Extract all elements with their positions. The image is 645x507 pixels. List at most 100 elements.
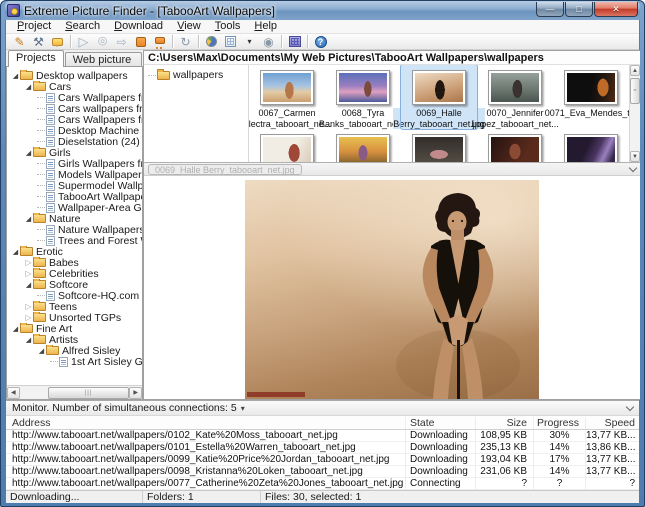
tree-item-desktop-machine-10[interactable]: Desktop Machine (10) [7,125,142,136]
edit-project-icon[interactable]: ✎ [10,34,29,49]
tree-item-softcore-hq-com-tgp[interactable]: Softcore-HQ.com TGP [7,290,142,301]
tree-item-artists[interactable]: ◢Artists [7,334,142,345]
tree-item-desktop-wallpapers[interactable]: ◢Desktop wallpapers [7,70,142,81]
menu-help[interactable]: Help [247,20,284,33]
tree-item-softcore[interactable]: ◢Softcore [7,279,142,290]
tree-horizontal-scrollbar[interactable]: ◀ ||| ▶ [7,385,142,399]
column-address[interactable]: Address [6,417,405,429]
tree-item-erotic[interactable]: ◢Erotic [7,246,142,257]
stop-download-icon[interactable] [131,34,150,49]
menu-view[interactable]: View [170,20,208,33]
tree-item-alfred-sisley[interactable]: ◢Alfred Sisley [7,345,142,356]
tree-item-girls-wallpapers-from-o[interactable]: Girls Wallpapers from O [7,158,142,169]
tree-item-cars-wallpapers-from-dt[interactable]: Cars wallpapers from DT [7,103,142,114]
expander-closed-icon[interactable]: ▷ [24,313,33,322]
tree-item-nature[interactable]: ◢Nature [7,213,142,224]
download-row[interactable]: http://www.tabooart.net/wallpapers/0102_… [6,430,639,442]
expander-closed-icon[interactable]: ▷ [24,269,33,278]
tree-item-nature-wallpapers-from[interactable]: Nature Wallpapers from [7,224,142,235]
comment-icon[interactable] [48,34,67,49]
minimize-button[interactable]: — [536,2,564,17]
refresh-icon[interactable]: ↻ [176,34,195,49]
pause-download-icon[interactable]: ◎ [93,34,112,49]
folder-item-wallpapers[interactable]: wallpapers [148,69,248,81]
tree-item-1st-art-sisley-gallery[interactable]: 1st Art Sisley Gallery [7,356,142,367]
preview-image[interactable] [245,180,539,399]
thumbnail-view-icon[interactable] [221,34,240,49]
thumbnail-partial[interactable] [477,129,553,162]
project-settings-icon[interactable]: ⚒ [29,34,48,49]
tree-item-tabooart-wallpapers-3[interactable]: TabooArt Wallpapers (3 [7,191,142,202]
scroll-thumb[interactable]: ||| [48,387,130,399]
tree-item-cars-wallpapers-from-ju[interactable]: Cars Wallpapers from Ju [7,114,142,125]
statistics-icon[interactable] [202,34,221,49]
tree-item-babes[interactable]: ▷Babes [7,257,142,268]
tree-item-celebrities[interactable]: ▷Celebrities [7,268,142,279]
maximize-button[interactable]: □ [565,2,593,17]
thumbnail-partial[interactable] [553,129,629,162]
tree-item-wallpaper-area-girls[interactable]: Wallpaper-Area Girls [7,202,142,213]
help-icon[interactable]: ? [311,34,330,49]
tree-item-trees-and-forest-wallpa[interactable]: Trees and Forest Wallpa [7,235,142,246]
tree-item-girls[interactable]: ◢Girls [7,147,142,158]
expander-open-icon[interactable]: ◢ [11,248,20,256]
column-progress[interactable]: Progress [533,417,585,429]
tree-item-dieselstation-24[interactable]: Dieselstation (24) [7,136,142,147]
menu-project[interactable]: Project [10,20,58,33]
stop-all-downloads-icon[interactable] [150,34,169,49]
target-icon[interactable]: ◉ [259,34,278,49]
thumbnail-vertical-scrollbar[interactable]: ▲ = ▼ [629,65,640,162]
expander-open-icon[interactable]: ◢ [11,72,20,80]
thumbnail-partial[interactable] [325,129,401,162]
preview-file-tab[interactable]: 0069_Halle Berry_tabooart_net.jpg [148,164,302,175]
download-row[interactable]: http://www.tabooart.net/wallpapers/0099_… [6,454,639,466]
connections-dropdown-icon[interactable]: ▾ [241,404,245,413]
column-size[interactable]: Size [475,417,533,429]
tree-item-fine-art[interactable]: ◢Fine Art [7,323,142,334]
resume-download-icon[interactable]: ⇨ [112,34,131,49]
start-download-icon[interactable]: ▷ [74,34,93,49]
scroll-right-arrow[interactable]: ▶ [129,387,142,399]
menu-download[interactable]: Download [107,20,170,33]
expander-open-icon[interactable]: ◢ [24,281,33,289]
expander-open-icon[interactable]: ◢ [24,215,33,223]
expander-open-icon[interactable]: ◢ [37,347,46,355]
scroll-thumb[interactable]: = [630,78,640,104]
tree-item-models-wallpapers-from[interactable]: Models Wallpapers from [7,169,142,180]
expander-open-icon[interactable]: ◢ [24,83,33,91]
close-button[interactable]: ✕ [594,2,638,17]
tab-web-picture-search[interactable]: Web picture search [65,52,142,67]
expander-closed-icon[interactable]: ▷ [24,258,33,267]
thumbnail-partial[interactable] [249,129,325,162]
menu-tools[interactable]: Tools [208,20,248,33]
monitor-header[interactable]: Monitor. Number of simultaneous connecti… [6,401,639,416]
tab-projects[interactable]: Projects [8,50,64,67]
scroll-up-arrow[interactable]: ▲ [630,65,640,76]
thumbnail-0071-eva-mendes-t[interactable]: 0071_Eva_Mendes_t... [553,65,629,129]
column-speed[interactable]: Speed [585,417,639,429]
view-dropdown-arrow[interactable]: ▾ [240,34,259,49]
scroll-down-arrow[interactable]: ▼ [630,151,640,162]
expander-open-icon[interactable]: ◢ [11,325,20,333]
download-row[interactable]: http://www.tabooart.net/wallpapers/0098_… [6,466,639,478]
scroll-left-arrow[interactable]: ◀ [7,387,20,399]
thumbnail-partial[interactable] [401,129,477,162]
collapse-preview-chevron-icon[interactable] [629,163,637,171]
built-in-browser-icon[interactable] [285,34,304,49]
thumbnail-0068-tyra[interactable]: 0068_TyraBanks_tabooart_net... [325,65,401,129]
tree-item-teens[interactable]: ▷Teens [7,301,142,312]
tree-item-unsorted-tgps[interactable]: ▷Unsorted TGPs [7,312,142,323]
collapse-monitor-chevron-icon[interactable] [626,402,634,410]
tree-item-supermodel-wallpapers[interactable]: Supermodel Wallpapers [7,180,142,191]
thumbnail-0067-carmen[interactable]: 0067_CarmenElectra_tabooart_ne... [249,65,325,129]
tree-item-cars-wallpapers-from-d[interactable]: Cars Wallpapers from D [7,92,142,103]
tree-item-cars[interactable]: ◢Cars [7,81,142,92]
menu-search[interactable]: Search [58,20,107,33]
thumbnail-0069-halle[interactable]: 0069_HalleBerry_tabooart_net.jpg [401,65,477,129]
download-row[interactable]: http://www.tabooart.net/wallpapers/0077_… [6,478,639,490]
column-state[interactable]: State [405,417,475,429]
expander-open-icon[interactable]: ◢ [24,336,33,344]
expander-open-icon[interactable]: ◢ [24,149,33,157]
download-row[interactable]: http://www.tabooart.net/wallpapers/0101_… [6,442,639,454]
expander-closed-icon[interactable]: ▷ [24,302,33,311]
